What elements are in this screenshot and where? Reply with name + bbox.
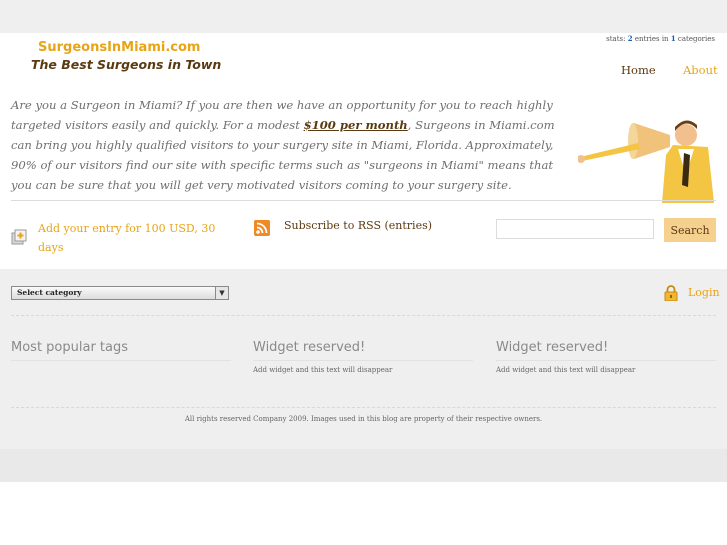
category-select[interactable]: Select category ▼ (11, 286, 229, 300)
widget-text-reserved-2: Add widget and this text will disappear (496, 366, 636, 374)
widget-underline (11, 360, 231, 361)
search-button[interactable]: Search (664, 218, 716, 242)
category-select-value: Select category (17, 288, 82, 297)
footer-copyright: All rights reserved Company 2009. Images… (184, 415, 543, 423)
widget-text-reserved-1: Add widget and this text will disappear (253, 366, 393, 374)
intro-paragraph: Are you a Surgeon in Miami? If you are t… (11, 95, 577, 195)
widget-title-reserved-1: Widget reserved! (253, 340, 366, 355)
divider-line (11, 200, 716, 201)
megaphone-man-illustration (578, 120, 714, 203)
price-highlight-link[interactable]: $100 per month (304, 118, 408, 132)
top-band (0, 0, 727, 33)
widget-underline (253, 360, 473, 361)
stats-line: stats: 2 entries in 1 categories (606, 34, 715, 43)
site-tagline[interactable]: The Best Surgeons in Town (31, 57, 221, 72)
section-divider (11, 315, 716, 316)
nav-home-link[interactable]: Home (621, 63, 656, 77)
bottom-band (0, 449, 727, 482)
add-entry-icon (11, 229, 27, 245)
stats-mid: entries in (634, 35, 669, 43)
widget-underline (496, 360, 716, 361)
rss-icon[interactable] (254, 220, 270, 236)
footer-divider (11, 407, 716, 408)
stats-prefix: stats: (606, 35, 626, 43)
stats-suffix: categories (677, 35, 715, 43)
site-logo-name[interactable]: SurgeonsInMiami.com (38, 40, 200, 55)
lock-icon (664, 285, 678, 301)
rss-subscribe-link[interactable]: Subscribe to RSS (entries) (284, 219, 432, 232)
dropdown-arrow-icon: ▼ (215, 287, 228, 299)
widget-title-reserved-2: Widget reserved! (496, 340, 609, 355)
login-link[interactable]: Login (688, 286, 720, 299)
stats-categories-count: 1 (670, 34, 676, 43)
stats-entries-count: 2 (627, 34, 633, 43)
nav-about-link[interactable]: About (683, 63, 718, 77)
widget-title-popular-tags: Most popular tags (11, 340, 129, 355)
add-entry-link[interactable]: Add your entry for 100 USD, 30 days (38, 219, 238, 257)
search-input[interactable] (496, 219, 654, 239)
